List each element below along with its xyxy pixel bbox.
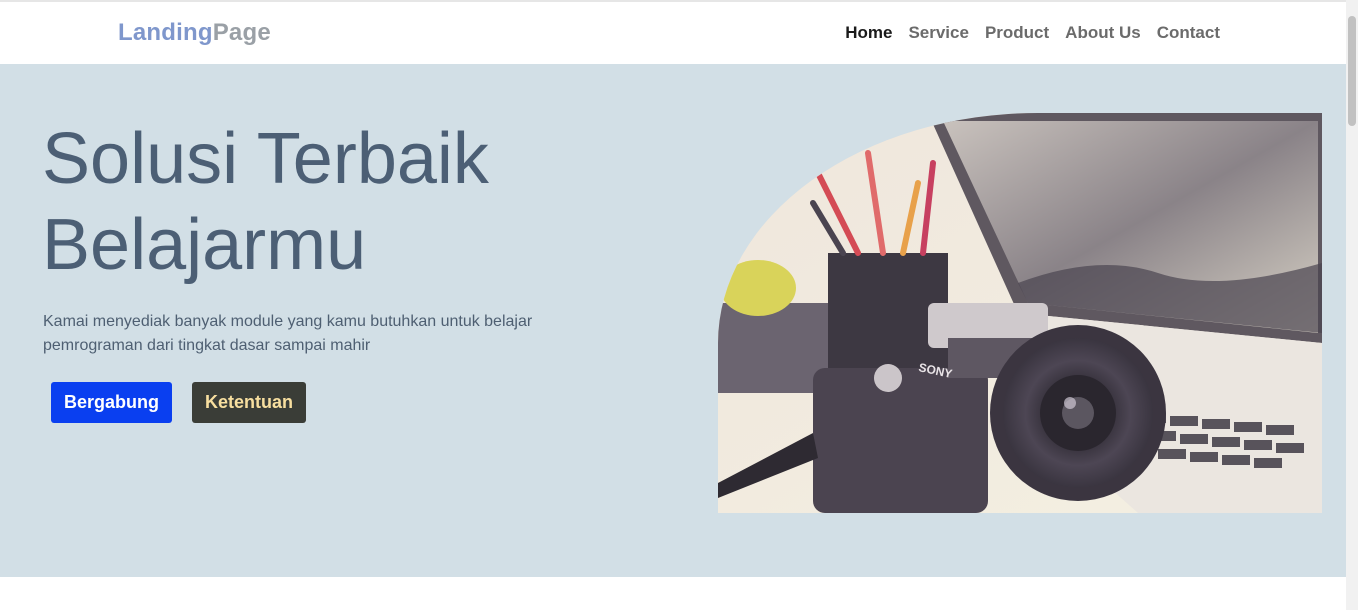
join-button[interactable]: Bergabung (51, 382, 172, 423)
hero-description-line1: Kamai menyediak banyak module yang kamu … (43, 313, 533, 330)
brand-part-landing: Landing (118, 19, 213, 46)
nav-home[interactable]: Home (845, 23, 892, 43)
nav-contact[interactable]: Contact (1157, 23, 1220, 43)
brand-logo[interactable]: LandingPage (118, 19, 271, 47)
camera-laptop-photo: SONY (718, 113, 1322, 513)
hero-description: Kamai menyediak banyak module yang kamu … (43, 310, 563, 358)
hero-section: Solusi Terbaik Belajarmu Kamai menyediak… (0, 64, 1346, 577)
nav-menu: Home Service Product About Us Contact (845, 23, 1220, 43)
hero-title-line1: Solusi Terbaik (42, 119, 489, 199)
nav-product[interactable]: Product (985, 23, 1049, 43)
brand-part-page: Page (212, 19, 271, 46)
hero-title-line2: Belajarmu (42, 205, 367, 285)
nav-service[interactable]: Service (908, 23, 969, 43)
navbar: LandingPage Home Service Product About U… (0, 2, 1346, 64)
nav-about-us[interactable]: About Us (1065, 23, 1141, 43)
scrollbar-thumb[interactable] (1348, 16, 1356, 126)
hero-description-line2: pemrograman dari tingkat dasar sampai ma… (43, 337, 371, 354)
hero-image: SONY (718, 113, 1322, 513)
hero-title: Solusi Terbaik Belajarmu (42, 116, 662, 288)
vertical-scrollbar[interactable] (1346, 0, 1358, 610)
page-content-below (0, 577, 1346, 610)
terms-button[interactable]: Ketentuan (192, 382, 306, 423)
